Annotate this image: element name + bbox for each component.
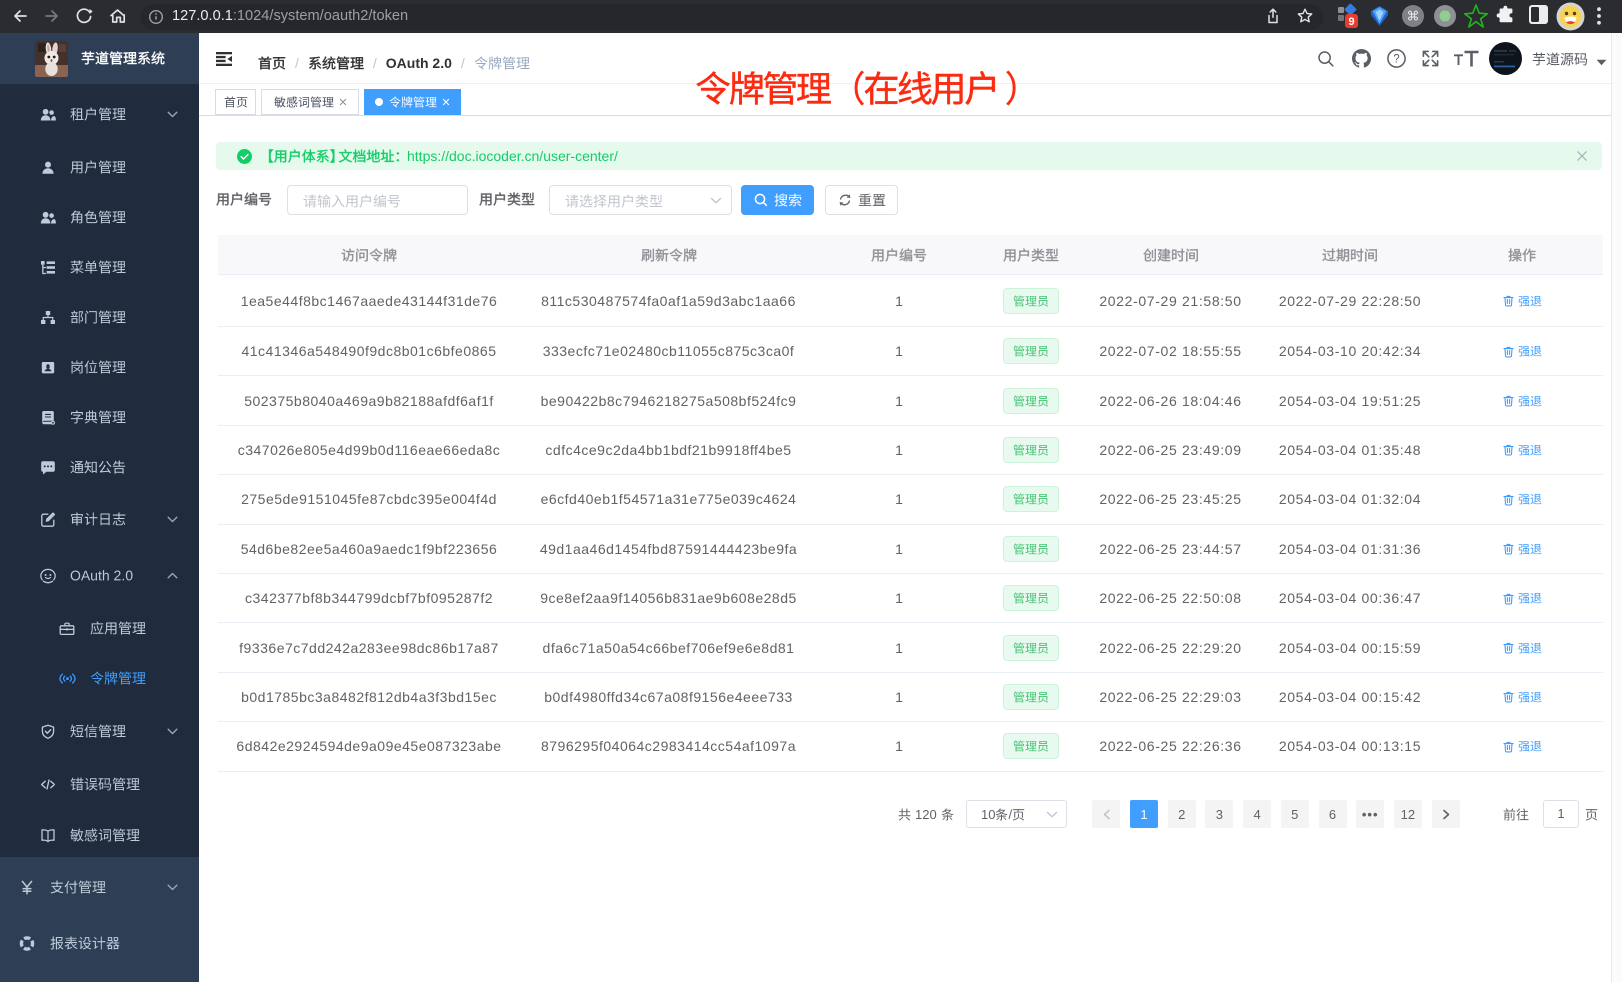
svg-text:?: ?: [1393, 54, 1399, 66]
svg-text:⌘: ⌘: [1407, 9, 1420, 24]
svg-text:9: 9: [1348, 16, 1354, 28]
